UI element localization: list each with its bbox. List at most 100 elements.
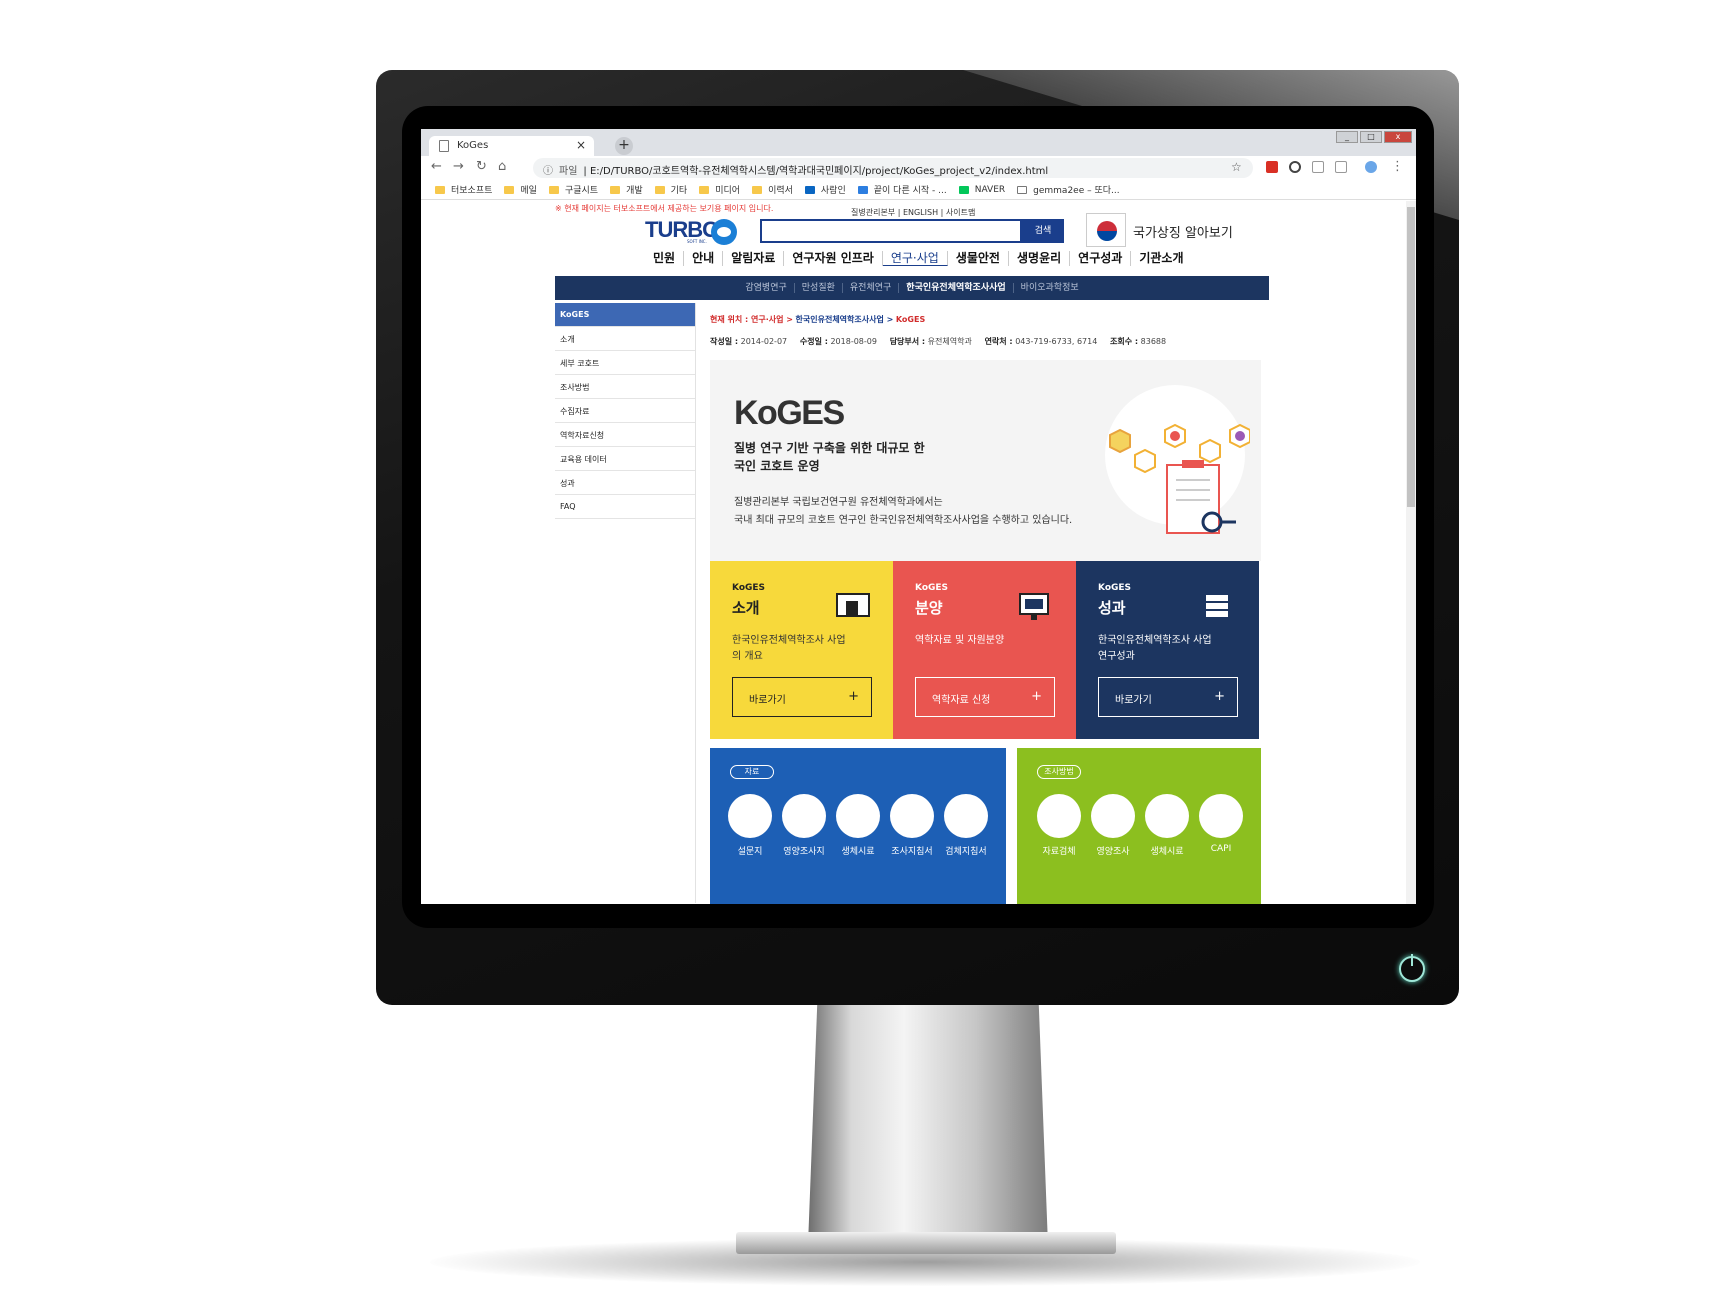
stage: KoGes × + _ □ x ← → ↻ ⌂ ⓘ 파일 | E:/D/TURBO/… xyxy=(0,0,1732,1299)
button-label: 바로가기 xyxy=(1115,695,1152,706)
monitor-click-icon xyxy=(1019,593,1049,620)
close-tab-icon[interactable]: × xyxy=(576,138,586,152)
bookmark-label: 구글시트 xyxy=(564,186,599,196)
maximize-button[interactable]: □ xyxy=(1360,131,1382,143)
side-menu-item[interactable]: 세부 코호트 xyxy=(555,351,695,375)
flask-icon[interactable] xyxy=(836,794,880,838)
vertical-scrollbar[interactable] xyxy=(1406,201,1416,904)
scroll-thumb[interactable] xyxy=(1407,207,1415,507)
gmail-extension-icon[interactable] xyxy=(1266,161,1278,173)
sub-nav-item[interactable]: 유전체연구 xyxy=(843,283,900,293)
data-panel: 자료 설문지 영양조사지 생체시료 조사지침서 검체지침서 xyxy=(710,748,1006,904)
gnb-item[interactable]: 안내 xyxy=(684,251,724,266)
gnb-item[interactable]: 생명윤리 xyxy=(1009,251,1071,266)
side-menu-item[interactable]: FAQ xyxy=(555,495,695,519)
bookmark-label: 터보소프트 xyxy=(451,186,493,196)
browser-window: KoGes × + _ □ x ← → ↻ ⌂ ⓘ 파일 | E:/D/TURBO/… xyxy=(421,129,1416,904)
search-button[interactable]: 검색 xyxy=(1022,219,1064,243)
bookmark-item[interactable]: 끝이 다른 시작 - ... xyxy=(857,183,947,196)
tablet-icon[interactable] xyxy=(1199,794,1243,838)
gnb-item[interactable]: 민원 xyxy=(645,251,685,266)
menu-icon[interactable]: ⋮ xyxy=(1391,159,1404,174)
side-menu-item[interactable]: 성과 xyxy=(555,471,695,495)
panel-item-label: 검체지침서 xyxy=(945,847,987,857)
search-input[interactable] xyxy=(760,219,1022,243)
hero-description-line: 국내 최대 규모의 코호트 연구인 한국인유전체역학조사사업을 수행하고 있습니… xyxy=(734,515,1073,526)
bookmark-label: 메일 xyxy=(520,186,537,196)
bookmark-label: 이력서 xyxy=(768,186,793,196)
gnb-item[interactable]: 연구성과 xyxy=(1070,251,1132,266)
views-label: 조회수 : xyxy=(1110,337,1139,346)
power-icon[interactable] xyxy=(1399,954,1425,982)
bookmark-item[interactable]: 터보소프트 xyxy=(435,183,492,196)
gnb-item[interactable]: 연구자원 인프라 xyxy=(784,251,883,266)
breadcrumb-path[interactable]: 한국인유전체역학조사사업 > xyxy=(796,315,894,324)
bookmark-item[interactable]: 메일 xyxy=(504,183,537,196)
browser-tab[interactable]: KoGes × xyxy=(429,136,594,156)
flask-icon[interactable] xyxy=(1145,794,1189,838)
data-request-button[interactable]: 역학자료 신청 + xyxy=(915,677,1055,717)
home-icon[interactable]: ⌂ xyxy=(498,159,506,174)
bookmark-label: 끝이 다른 시작 - ... xyxy=(873,186,947,196)
results-go-button[interactable]: 바로가기 + xyxy=(1098,677,1238,717)
side-menu-item[interactable]: 역학자료신청 xyxy=(555,423,695,447)
guide-book-icon[interactable] xyxy=(890,794,934,838)
tile-description: 역학자료 및 자원분양 xyxy=(915,635,1005,646)
plus-icon: + xyxy=(848,689,859,704)
reload-icon[interactable]: ↻ xyxy=(476,159,487,174)
bookmark-label: 기타 xyxy=(670,186,688,196)
bookmark-item[interactable]: 이력서 xyxy=(752,183,793,196)
side-menu-item[interactable]: 교육용 데이터 xyxy=(555,447,695,471)
sub-nav-item[interactable]: 바이오과학정보 xyxy=(1014,283,1086,293)
info-icon[interactable]: ⓘ xyxy=(543,166,553,177)
new-tab-button[interactable]: + xyxy=(615,137,633,155)
national-symbol-link[interactable]: 국가상징 알아보기 xyxy=(1133,222,1233,241)
extension-icon[interactable] xyxy=(1312,161,1324,173)
bookmark-item[interactable]: NAVER xyxy=(958,185,1005,195)
bookmark-item[interactable]: 구글시트 xyxy=(548,183,599,196)
sub-nav-item[interactable]: 감염병연구 xyxy=(738,283,795,293)
bookmark-item[interactable]: 미디어 xyxy=(699,183,740,196)
bookmark-star-icon[interactable]: ☆ xyxy=(1231,160,1242,174)
created-label: 작성일 : xyxy=(710,337,739,346)
profile-avatar[interactable] xyxy=(1365,161,1377,173)
server-icon[interactable] xyxy=(1037,794,1081,838)
forward-icon[interactable]: → xyxy=(453,159,464,174)
panel-item-label: 영양조사지 xyxy=(783,847,825,857)
gnb-item[interactable]: 생물안전 xyxy=(948,251,1009,266)
camera-extension-icon[interactable] xyxy=(1335,161,1347,173)
site-logo[interactable]: TURBO SOFT INC. xyxy=(645,217,737,247)
back-icon[interactable]: ← xyxy=(431,159,442,174)
bookmark-item[interactable]: 사람인 xyxy=(804,183,846,196)
plant-icon[interactable] xyxy=(1091,794,1135,838)
national-flag-icon[interactable] xyxy=(1086,213,1126,247)
document-icon[interactable] xyxy=(944,794,988,838)
bookmark-item[interactable]: 기타 xyxy=(654,183,688,196)
nutrition-survey-icon[interactable] xyxy=(782,794,826,838)
side-menu-item[interactable]: 수집자료 xyxy=(555,399,695,423)
sub-nav-item-active[interactable]: 한국인유전체역학조사사업 xyxy=(899,283,1014,293)
sub-nav-item[interactable]: 만성질환 xyxy=(795,283,843,293)
bookmark-item[interactable]: 개발 xyxy=(610,183,643,196)
minimize-button[interactable]: _ xyxy=(1336,131,1358,143)
gnb-item[interactable]: 알림자료 xyxy=(723,251,785,266)
side-menu-item[interactable]: 조사방법 xyxy=(555,375,695,399)
button-label: 바로가기 xyxy=(749,695,786,706)
tile-kicker: KoGES xyxy=(732,583,766,593)
side-menu-item-active[interactable]: KoGES xyxy=(555,303,695,327)
extension-icon[interactable] xyxy=(1289,161,1301,173)
gnb-item-active[interactable]: 연구·사업 xyxy=(882,251,948,266)
bookmarks-bar: 터보소프트 메일 구글시트 개발 기타 미디어 이력서 사람인 끝이 다른 시작… xyxy=(421,180,1416,200)
questionnaire-icon[interactable] xyxy=(728,794,772,838)
bookmark-label: 사람인 xyxy=(820,186,846,196)
intro-go-button[interactable]: 바로가기 + xyxy=(732,677,872,717)
side-menu-item[interactable]: 소개 xyxy=(555,327,695,351)
close-window-button[interactable]: x xyxy=(1384,131,1412,143)
panel-item-label: CAPI xyxy=(1210,844,1232,854)
tile-description: 한국인유전체역학조사 사업의 개요 xyxy=(732,635,846,662)
gnb-item[interactable]: 기관소개 xyxy=(1131,251,1191,266)
address-bar[interactable]: ⓘ 파일 | E:/D/TURBO/코호트역학-유전체역학시스템/역학과대국민페이지… xyxy=(533,158,1253,178)
bookmark-item[interactable]: gemma2ee – 또다... xyxy=(1017,183,1120,196)
hero-description: 질병관리본부 국립보건연구원 유전체역학과에서는 국내 최대 규모의 코호트 연… xyxy=(734,494,1072,530)
utility-links[interactable]: 질병관리본부 | ENGLISH | 사이트맵 xyxy=(851,207,975,218)
